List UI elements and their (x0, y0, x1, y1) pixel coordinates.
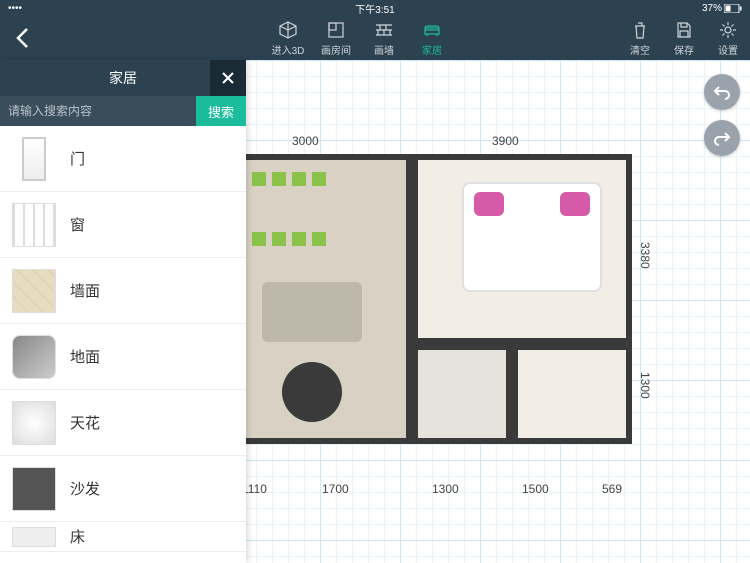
dim-bot-4: 1500 (522, 482, 549, 496)
category-sofa[interactable]: 沙发 (0, 456, 246, 522)
category-list[interactable]: 门 窗 墙面 地面 天花 沙发 床 (0, 126, 246, 563)
dim-top-2: 3900 (492, 134, 519, 148)
save-button[interactable]: 保存 (662, 20, 706, 57)
enter-3d-button[interactable]: 进入3D (264, 20, 312, 57)
signal: •••• (8, 3, 22, 14)
window-icon (12, 203, 56, 247)
furniture-panel: 家居 搜索 门 窗 墙面 地面 天花 沙发 (0, 60, 246, 563)
chair[interactable] (272, 232, 286, 246)
chair[interactable] (292, 172, 306, 186)
kitchen[interactable] (512, 344, 632, 444)
save-icon (674, 20, 694, 40)
panel-close-button[interactable] (210, 60, 246, 96)
pillow (474, 192, 504, 216)
history-controls (704, 74, 740, 156)
ceiling-icon (12, 401, 56, 445)
search-button[interactable]: 搜索 (196, 96, 246, 126)
dim-right-1: 3380 (638, 242, 652, 269)
search-row: 搜索 (0, 96, 246, 126)
undo-button[interactable] (704, 74, 740, 110)
redo-button[interactable] (704, 120, 740, 156)
status-time: 下午3:51 (355, 1, 394, 16)
draw-room-button[interactable]: 画房间 (312, 20, 360, 57)
door-icon (22, 137, 46, 181)
chair[interactable] (292, 232, 306, 246)
gear-icon (718, 20, 738, 40)
category-window[interactable]: 窗 (0, 192, 246, 258)
wall-tile-icon (12, 269, 56, 313)
category-wall[interactable]: 墙面 (0, 258, 246, 324)
panel-title: 家居 (109, 68, 137, 88)
chair[interactable] (252, 232, 266, 246)
round-table[interactable] (282, 362, 342, 422)
room-icon (326, 20, 346, 40)
chair[interactable] (252, 172, 266, 186)
panel-header: 家居 (0, 60, 246, 96)
status-bar: •••• 下午3:51 37% (0, 0, 750, 16)
bed-furniture[interactable] (462, 182, 602, 292)
dim-top-1: 3000 (292, 134, 319, 148)
category-floor[interactable]: 地面 (0, 324, 246, 390)
wall-icon (374, 20, 394, 40)
redo-icon (713, 129, 731, 147)
back-button[interactable] (0, 16, 44, 60)
category-door[interactable]: 门 (0, 126, 246, 192)
floor-roll-icon (12, 335, 56, 379)
draw-wall-button[interactable]: 画墙 (360, 20, 408, 57)
main-toolbar: 进入3D 画房间 画墙 家居 清空 保存 设置 (0, 16, 750, 60)
chair[interactable] (312, 232, 326, 246)
bathroom[interactable] (412, 344, 512, 444)
dim-right-2: 1300 (638, 372, 652, 399)
category-bed[interactable]: 床 (0, 522, 246, 552)
clear-button[interactable]: 清空 (618, 20, 662, 57)
close-icon (221, 71, 235, 85)
dim-bot-2: 1700 (322, 482, 349, 496)
search-input[interactable] (0, 96, 196, 126)
category-ceiling[interactable]: 天花 (0, 390, 246, 456)
sofa-furniture[interactable] (262, 282, 362, 342)
trash-icon (630, 20, 650, 40)
undo-icon (713, 83, 731, 101)
pillow (560, 192, 590, 216)
floorplan[interactable]: 3000 3900 3380 1300 1110 1700 1300 1500 … (232, 132, 642, 502)
status-battery: 37% (702, 3, 742, 14)
chair[interactable] (272, 172, 286, 186)
dim-bot-5: 569 (602, 482, 622, 496)
cube-icon (278, 20, 298, 40)
settings-button[interactable]: 设置 (706, 20, 750, 57)
chair[interactable] (312, 172, 326, 186)
bed-thumb-icon (12, 527, 56, 547)
sofa-thumb-icon (12, 467, 56, 511)
dim-bot-3: 1300 (432, 482, 459, 496)
chevron-left-icon (15, 27, 29, 49)
sofa-icon (422, 20, 442, 40)
furniture-button[interactable]: 家居 (408, 20, 456, 57)
